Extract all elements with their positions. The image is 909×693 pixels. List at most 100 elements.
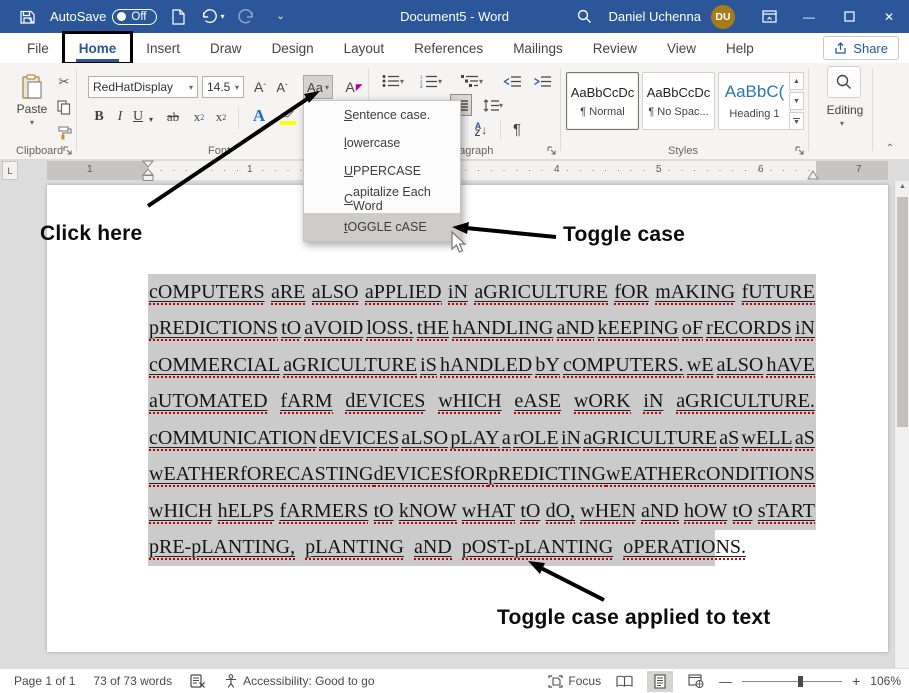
tab-help[interactable]: Help xyxy=(711,33,769,63)
style--no-spac-[interactable]: AaBbCcDc¶ No Spac... xyxy=(642,72,715,130)
strikethrough-button[interactable]: ab xyxy=(162,107,184,127)
copy-button[interactable] xyxy=(54,98,74,116)
autosave-toggle[interactable]: Off xyxy=(112,9,156,25)
word: aGRICULTURE xyxy=(583,427,717,450)
collapse-ribbon-button[interactable]: ⌃ xyxy=(882,141,898,155)
case-menu-item-uppercase[interactable]: UPPERCASE xyxy=(304,157,460,185)
find-button[interactable] xyxy=(827,66,861,98)
superscript-button[interactable]: x2 xyxy=(212,107,230,127)
print-layout-button[interactable] xyxy=(647,671,673,692)
style--normal[interactable]: AaBbCcDc¶ Normal xyxy=(566,72,639,130)
maximize-button[interactable] xyxy=(829,0,869,33)
bold-button[interactable]: B xyxy=(90,107,108,127)
increase-indent-button[interactable] xyxy=(530,71,554,91)
case-menu-item-sentence-case-[interactable]: Sentence case. xyxy=(304,101,460,129)
indent-markers-icon[interactable] xyxy=(142,159,154,182)
change-case-button[interactable]: Aa▾ xyxy=(303,75,333,99)
font-name-select[interactable]: RedHatDisplay▾ xyxy=(88,76,198,98)
word: cOMMUNICATION xyxy=(149,427,317,450)
vertical-scrollbar[interactable]: ▲ xyxy=(894,181,909,668)
styles-scroll-up[interactable]: ▲ xyxy=(789,72,804,90)
paste-button[interactable]: Paste ▾ xyxy=(12,71,52,141)
zoom-out-button[interactable]: — xyxy=(719,674,732,689)
styles-scroll-down[interactable]: ▼ xyxy=(789,92,804,110)
tab-insert[interactable]: Insert xyxy=(131,33,195,63)
editing-dropdown-icon[interactable]: ▾ xyxy=(840,119,844,128)
tab-selector[interactable]: L xyxy=(2,161,18,180)
italic-button[interactable]: I xyxy=(112,107,128,127)
share-button[interactable]: Share xyxy=(823,36,899,60)
underline-dropdown-icon[interactable]: ▾ xyxy=(146,109,156,129)
minimize-button[interactable]: — xyxy=(789,0,829,33)
read-mode-button[interactable] xyxy=(611,671,637,692)
tab-review[interactable]: Review xyxy=(578,33,652,63)
clear-formatting-button[interactable]: A◤ xyxy=(342,75,366,99)
font-size-select[interactable]: 14.5▾ xyxy=(202,76,244,98)
chevron-down-icon: ▾ xyxy=(189,83,193,92)
cut-button[interactable]: ✂ xyxy=(54,73,74,91)
paragraph-dialog-launcher-icon[interactable] xyxy=(546,145,558,157)
word: hOW xyxy=(684,500,727,523)
proofing-errors-icon[interactable] xyxy=(190,674,206,688)
multilevel-list-button[interactable]: ▾ xyxy=(455,71,489,91)
tab-design[interactable]: Design xyxy=(257,33,329,63)
zoom-level[interactable]: 106% xyxy=(870,674,901,688)
document-text[interactable]: cOMPUTERSaREaLSOaPPLIEDiNaGRICULTUREfORm… xyxy=(148,274,816,566)
format-painter-button[interactable] xyxy=(54,123,74,141)
focus-button[interactable]: Focus xyxy=(548,674,601,688)
close-button[interactable]: ✕ xyxy=(869,0,909,33)
page-indicator[interactable]: Page 1 of 1 xyxy=(14,674,75,688)
zoom-slider-handle[interactable] xyxy=(798,676,803,687)
grow-font-button[interactable]: Aˆ xyxy=(250,76,270,98)
zoom-in-button[interactable]: + xyxy=(852,673,860,689)
zoom-slider[interactable] xyxy=(742,681,842,682)
highlight-button[interactable] xyxy=(276,105,300,127)
scrollbar-thumb[interactable] xyxy=(897,197,908,427)
undo-button[interactable]: ▾ xyxy=(201,5,225,29)
shrink-font-button[interactable]: Aˇ xyxy=(272,76,292,98)
avatar[interactable]: DU xyxy=(711,5,735,29)
word: hANDLED xyxy=(440,354,532,377)
accessibility-status[interactable]: Accessibility: Good to go xyxy=(224,674,374,688)
styles-gallery-expand[interactable]: ▼ xyxy=(789,112,804,130)
editing-group-label[interactable]: Editing xyxy=(822,103,868,117)
word: aGRICULTURE xyxy=(283,354,417,377)
sort-button[interactable]: AZ↓ xyxy=(468,120,494,140)
styles-dialog-launcher-icon[interactable] xyxy=(794,145,806,157)
numbering-button[interactable]: 123▾ xyxy=(415,71,447,91)
bullets-button[interactable]: ▾ xyxy=(378,71,408,91)
tab-layout[interactable]: Layout xyxy=(329,33,400,63)
ribbon-display-options-icon[interactable] xyxy=(749,0,789,33)
case-menu-item-lowercase[interactable]: lowercase xyxy=(304,129,460,157)
web-layout-button[interactable] xyxy=(683,671,709,692)
paste-dropdown-icon[interactable]: ▾ xyxy=(30,118,34,127)
user-name[interactable]: Daniel Uchenna xyxy=(608,9,701,24)
search-icon[interactable] xyxy=(572,5,596,29)
quick-access-more-icon[interactable]: ⌄ xyxy=(269,5,293,29)
document-page[interactable]: cOMPUTERSaREaLSOaPPLIEDiNaGRICULTUREfORm… xyxy=(47,185,888,652)
case-menu-item-capitalize-each-word[interactable]: Capitalize Each Word xyxy=(304,185,460,213)
underline-button[interactable]: U xyxy=(130,107,146,127)
style-heading-1[interactable]: AaBbC(Heading 1 xyxy=(718,72,791,130)
word: cOMMERCIAL xyxy=(149,354,280,377)
subscript-button[interactable]: x2 xyxy=(190,107,208,127)
tab-home[interactable]: Home xyxy=(64,33,132,63)
decrease-indent-button[interactable] xyxy=(500,71,524,91)
scroll-up-icon[interactable]: ▲ xyxy=(895,183,909,190)
right-indent-marker-icon[interactable] xyxy=(807,169,819,180)
pilcrow-button[interactable]: ¶ xyxy=(506,118,528,140)
tab-references[interactable]: References xyxy=(399,33,498,63)
tab-view[interactable]: View xyxy=(652,33,711,63)
save-icon[interactable] xyxy=(16,5,40,29)
ribbon-tabs: FileHomeInsertDrawDesignLayoutReferences… xyxy=(0,33,909,63)
clipboard-dialog-launcher-icon[interactable] xyxy=(62,145,74,157)
line-spacing-button[interactable]: ▾ xyxy=(478,94,508,116)
word-count[interactable]: 73 of 73 words xyxy=(93,674,172,688)
text-effects-button[interactable]: A xyxy=(248,105,270,127)
case-menu-item-toggle-case[interactable]: tOGGLE cASE xyxy=(304,213,460,241)
horizontal-ruler[interactable]: 1 1234567 xyxy=(47,161,888,180)
new-document-icon[interactable] xyxy=(167,5,191,29)
tab-mailings[interactable]: Mailings xyxy=(498,33,578,63)
tab-file[interactable]: File xyxy=(12,33,64,63)
tab-draw[interactable]: Draw xyxy=(195,33,257,63)
